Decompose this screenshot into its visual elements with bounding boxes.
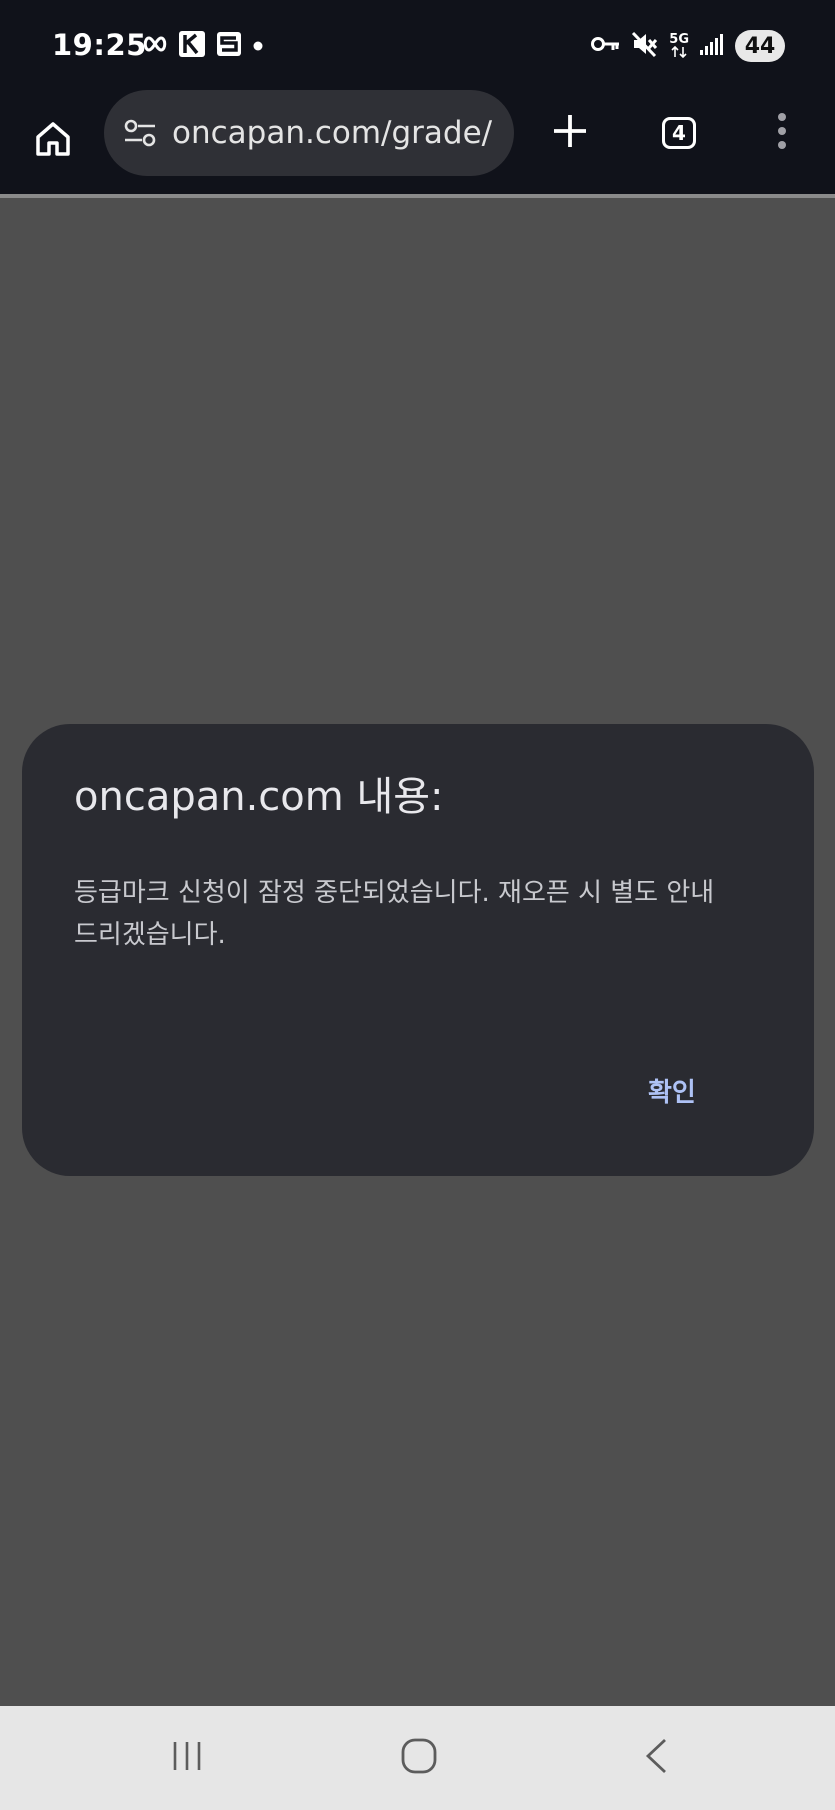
- nav-home-button[interactable]: [389, 1732, 449, 1784]
- new-tab-button[interactable]: [540, 106, 600, 160]
- battery-badge: 44: [735, 30, 785, 62]
- status-bar: 19:25 5G 44: [0, 0, 835, 90]
- alert-dialog: oncapan.com 내용: 등급마크 신청이 잠정 중단되었습니다. 재오픈…: [22, 724, 814, 1176]
- signal-icon: [699, 32, 725, 60]
- network-type-label: 5G: [669, 32, 689, 47]
- system-nav-bar: [0, 1706, 835, 1810]
- more-vert-icon: [776, 111, 788, 155]
- url-bar[interactable]: oncapan.com/grade/: [104, 90, 514, 176]
- menu-button[interactable]: [764, 106, 800, 160]
- mute-icon: [631, 30, 659, 62]
- toolbar-divider: [0, 194, 835, 198]
- dot-icon: [252, 37, 264, 56]
- notification-icons: [142, 30, 264, 62]
- plus-icon: [550, 111, 590, 155]
- tab-count: 4: [662, 117, 696, 149]
- dialog-message: 등급마크 신청이 잠정 중단되었습니다. 재오픈 시 별도 안내드리겠습니다.: [74, 878, 715, 950]
- chevron-left-icon: [641, 1737, 671, 1779]
- home-outline-icon: [400, 1737, 438, 1779]
- home-button[interactable]: [26, 114, 80, 168]
- browser-toolbar: oncapan.com/grade/ 4: [0, 90, 835, 194]
- back-button[interactable]: [626, 1732, 686, 1784]
- confirm-button[interactable]: 확인: [632, 1060, 712, 1121]
- recents-button[interactable]: [157, 1732, 217, 1784]
- home-icon: [33, 119, 73, 163]
- tab-switcher-button[interactable]: 4: [652, 106, 706, 160]
- url-text[interactable]: oncapan.com/grade/: [172, 115, 502, 151]
- recents-icon: [169, 1740, 205, 1776]
- app-s-icon: [216, 31, 242, 61]
- dialog-title: oncapan.com 내용:: [74, 774, 444, 820]
- network-type-icon: 5G: [669, 32, 689, 58]
- key-icon: [591, 35, 621, 57]
- status-time: 19:25: [52, 28, 147, 62]
- system-icons: 5G 44: [591, 28, 785, 64]
- site-settings-icon[interactable]: [122, 115, 158, 151]
- app-k-icon: [178, 30, 206, 62]
- infinity-icon: [142, 36, 168, 56]
